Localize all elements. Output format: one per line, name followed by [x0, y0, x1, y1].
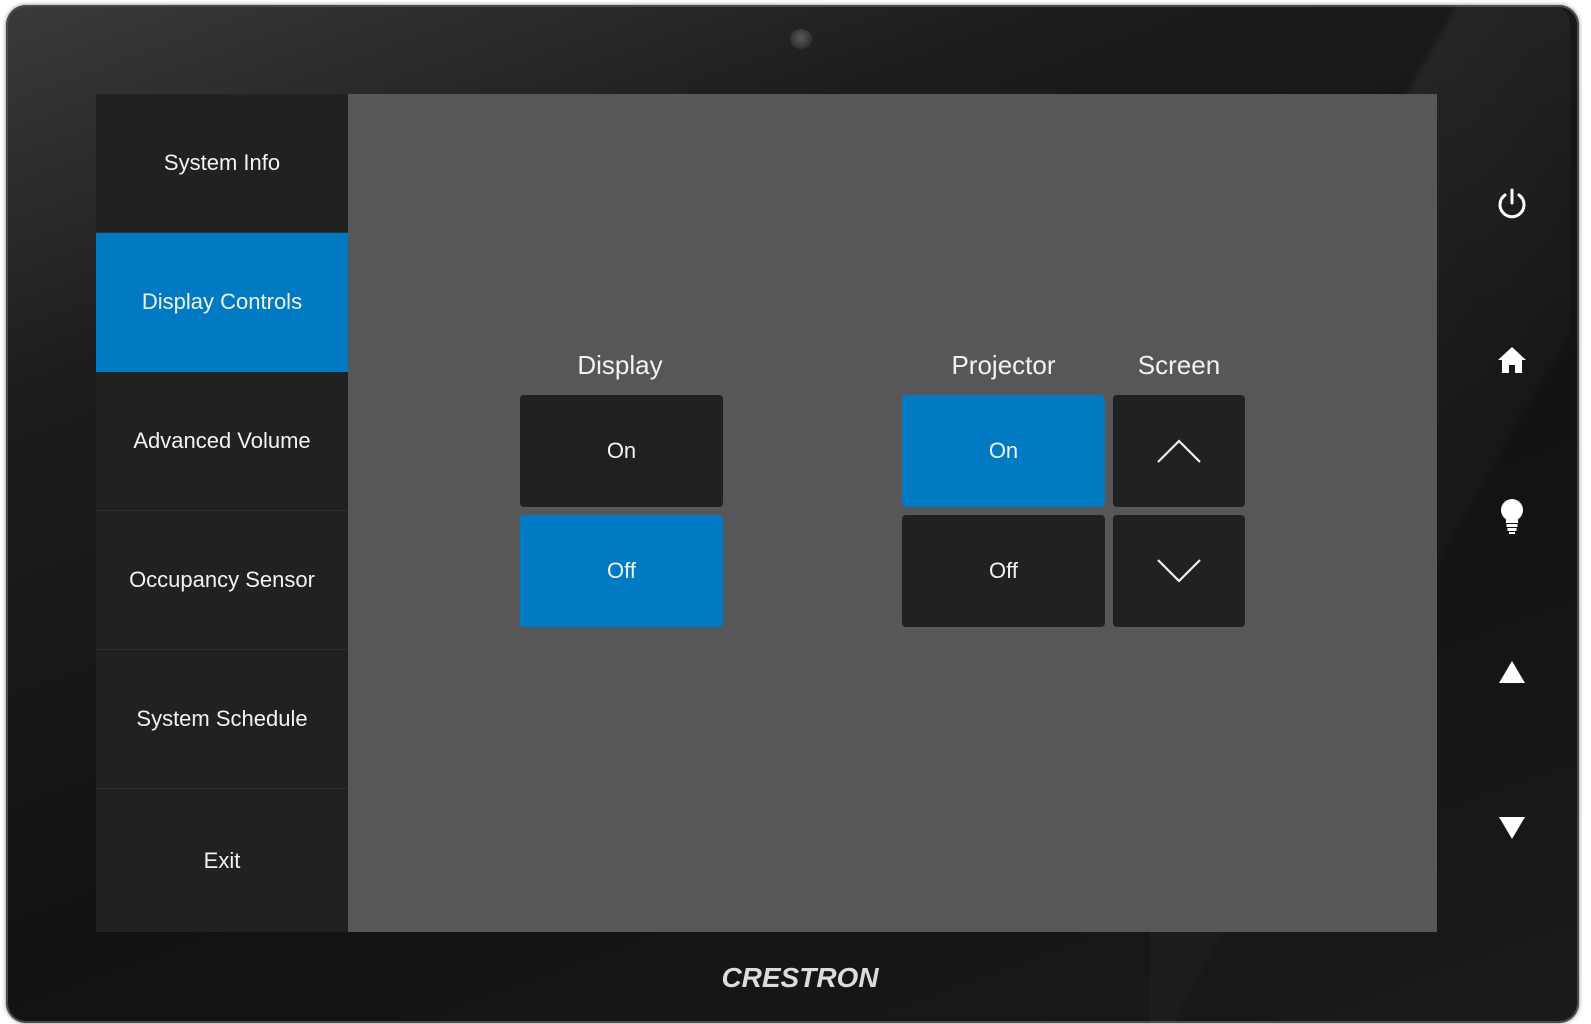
screen-up-button[interactable] [1113, 395, 1245, 507]
sidebar-item-advanced-volume[interactable]: Advanced Volume [96, 372, 348, 511]
lightbulb-icon [1501, 499, 1523, 534]
light-key[interactable] [1490, 494, 1534, 538]
display-on-button[interactable]: On [520, 395, 723, 507]
power-key[interactable] [1490, 182, 1534, 226]
projector-on-button[interactable]: On [902, 395, 1105, 507]
home-icon [1498, 347, 1526, 373]
sidebar-item-system-info[interactable]: System Info [96, 94, 348, 233]
sidebar-item-exit[interactable]: Exit [96, 789, 348, 932]
sidebar-item-label: Display Controls [141, 289, 303, 314]
up-key[interactable] [1490, 650, 1534, 694]
home-key[interactable] [1490, 338, 1534, 382]
sidebar-item-label: Advanced Volume [133, 428, 311, 453]
sidebar-item-occupancy-sensor[interactable]: Occupancy Sensor [96, 511, 348, 650]
sidebar-item-label: System Info [163, 150, 281, 175]
display-off-label: Off [607, 558, 636, 583]
sidebar-item-display-controls[interactable]: Display Controls [96, 233, 348, 372]
projector-off-button[interactable]: Off [902, 515, 1105, 627]
camera-lens [790, 29, 812, 49]
touch-screen: System Info Display Controls Advanced Vo… [96, 94, 1437, 932]
chevron-down-icon [1157, 559, 1201, 583]
brand-logo: CRESTRON [721, 962, 879, 993]
screen-down-button[interactable] [1113, 515, 1245, 627]
screen-group-label: Screen [1137, 350, 1221, 380]
arrow-down-icon [1499, 817, 1525, 839]
sidebar-item-label: System Schedule [136, 706, 308, 731]
projector-on-label: On [988, 438, 1019, 463]
chevron-up-icon [1157, 439, 1201, 463]
arrow-up-icon [1499, 661, 1525, 683]
sidebar-item-system-schedule[interactable]: System Schedule [96, 650, 348, 789]
display-on-label: On [606, 438, 637, 463]
projector-off-label: Off [989, 558, 1018, 583]
sidebar-item-label: Occupancy Sensor [129, 567, 315, 592]
display-group-label: Display [577, 350, 663, 380]
power-icon [1498, 188, 1526, 219]
sidebar-item-label: Exit [203, 847, 241, 873]
down-key[interactable] [1490, 806, 1534, 850]
projector-group-label: Projector [951, 350, 1056, 380]
display-off-button[interactable]: Off [520, 515, 723, 627]
sidebar: System Info Display Controls Advanced Vo… [96, 94, 348, 932]
